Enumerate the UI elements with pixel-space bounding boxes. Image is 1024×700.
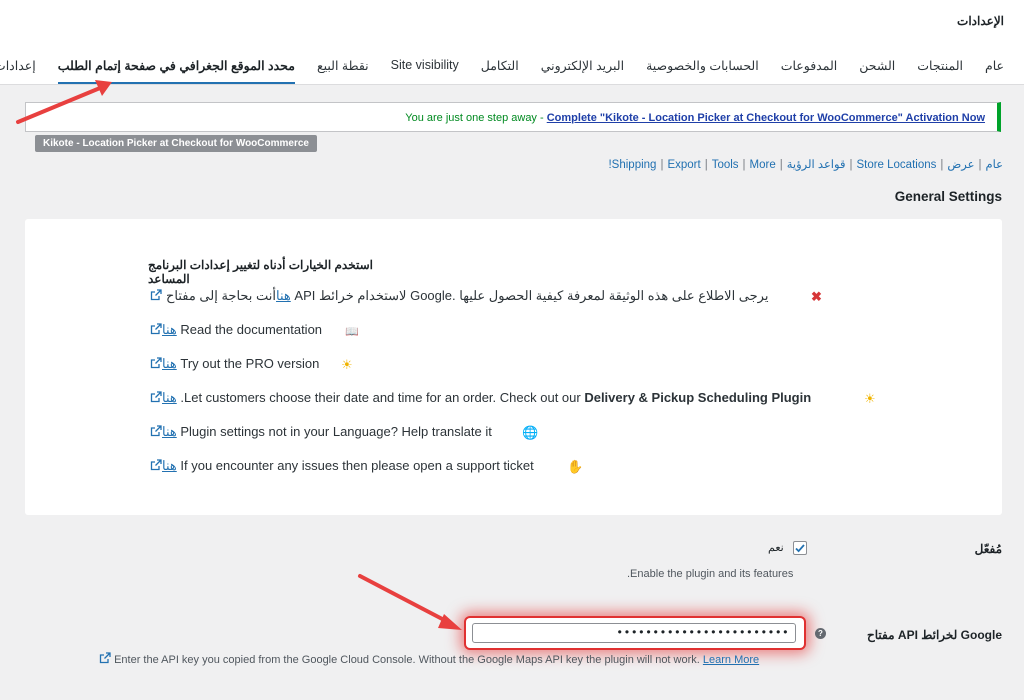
enable-plugin-checkbox[interactable]	[793, 541, 807, 555]
external-link-icon	[150, 391, 162, 403]
tab-site-visibility[interactable]: Site visibility	[391, 56, 459, 82]
book-icon: 📖	[345, 326, 359, 338]
learn-more-link[interactable]: Learn More	[703, 654, 759, 666]
list-item: هنا Plugin settings not in your Language…	[150, 424, 492, 446]
api-key-help: Enter the API key you copied from the Go…	[99, 652, 759, 666]
tab-point-of-sale[interactable]: نقطة البيع	[317, 56, 369, 82]
external-link-icon	[99, 652, 111, 664]
scheduling-plugin-link[interactable]: هنا	[162, 390, 177, 405]
tab-shipping[interactable]: الشحن	[859, 56, 895, 82]
tab-location-picker[interactable]: محدد الموقع الجغرافي في صفحة إتمام الطلب	[57, 56, 295, 84]
globe-icon: 🌐	[522, 425, 539, 440]
pro-version-link[interactable]: هنا	[162, 356, 177, 371]
list-item: هنا If you encounter any issues then ple…	[150, 458, 534, 480]
subnav-visibility-rules[interactable]: قواعد الرؤية	[787, 159, 846, 171]
documentation-link[interactable]: هنا	[162, 322, 177, 337]
external-link-icon	[150, 459, 162, 471]
subnav-export[interactable]: Export	[667, 159, 700, 171]
external-link-icon	[150, 323, 162, 335]
help-icon[interactable]: ?	[815, 628, 826, 639]
sun-icon: ☀	[341, 357, 353, 372]
arrow-to-api-field	[358, 574, 462, 630]
subnav-shipping[interactable]: Shipping	[612, 159, 657, 171]
settings-tabs: عام المنتجات الشحن المدفوعات الحسابات وا…	[0, 56, 1004, 84]
support-ticket-link[interactable]: هنا	[162, 458, 177, 473]
plugin-name-badge: Kikote - Location Picker at Checkout for…	[35, 135, 317, 152]
section-title: General Settings	[894, 189, 1002, 204]
api-key-input[interactable]	[472, 623, 796, 643]
activation-notice: You are just one step away - Complete "K…	[25, 102, 1001, 132]
hand-icon: ✋	[567, 459, 584, 474]
api-key-highlight	[466, 618, 804, 648]
list-item: هناأنت بحاجة إلى مفتاح API لاستخدام خرائ…	[150, 288, 768, 310]
api-key-label: مفتاح API لخرائط Google	[867, 628, 1002, 642]
settings-header: الإعدادات عام المنتجات الشحن المدفوعات ا…	[0, 0, 1024, 85]
docs-link-here[interactable]: هنا	[276, 288, 291, 303]
page-title: الإعدادات	[957, 14, 1004, 28]
enabled-label: مُفعّل	[974, 542, 1002, 556]
subnav-display[interactable]: عرض	[947, 159, 974, 171]
list-item: هنا .Let customers choose their date and…	[150, 390, 811, 412]
info-card: استخدم الخيارات أدناه لتغيير إعدادات الب…	[25, 219, 1002, 515]
card-heading: استخدم الخيارات أدناه لتغيير إعدادات الب…	[148, 258, 373, 286]
checkmark-icon	[795, 544, 805, 553]
subnav-general[interactable]: عام	[986, 159, 1004, 171]
external-link-icon	[150, 357, 162, 369]
close-icon: ✖	[811, 289, 822, 304]
notice-lead-text: You are just one step away -	[405, 112, 547, 124]
subnav-store-locations[interactable]: Store Locations	[856, 159, 936, 171]
tab-payments[interactable]: المدفوعات	[781, 56, 838, 82]
tab-integration[interactable]: التكامل	[481, 56, 519, 82]
list-item: هنا Read the documentation	[150, 322, 322, 344]
external-link-icon	[150, 425, 162, 437]
tab-general[interactable]: عام	[985, 56, 1004, 82]
sub-navigation: عام|عرض|Store Locations|قواعد الرؤية|Shi…	[608, 159, 1004, 171]
enable-help-text: .Enable the plugin and its features	[627, 568, 794, 580]
tab-advanced[interactable]: إعدادات متقدمة	[0, 56, 36, 82]
list-item: هنا Try out the PRO version	[150, 356, 319, 378]
tab-accounts-privacy[interactable]: الحسابات والخصوصية	[646, 56, 759, 82]
subnav-tools[interactable]: Tools	[712, 159, 739, 171]
checkbox-label: نعم	[768, 542, 784, 554]
tab-products[interactable]: المنتجات	[917, 56, 963, 82]
translate-link[interactable]: هنا	[162, 424, 177, 439]
sun-icon: ☀	[864, 391, 876, 406]
tab-emails[interactable]: البريد الإلكتروني	[541, 56, 624, 82]
activation-link[interactable]: Complete "Kikote - Location Picker at Ch…	[547, 112, 985, 124]
external-link-icon	[150, 289, 162, 301]
